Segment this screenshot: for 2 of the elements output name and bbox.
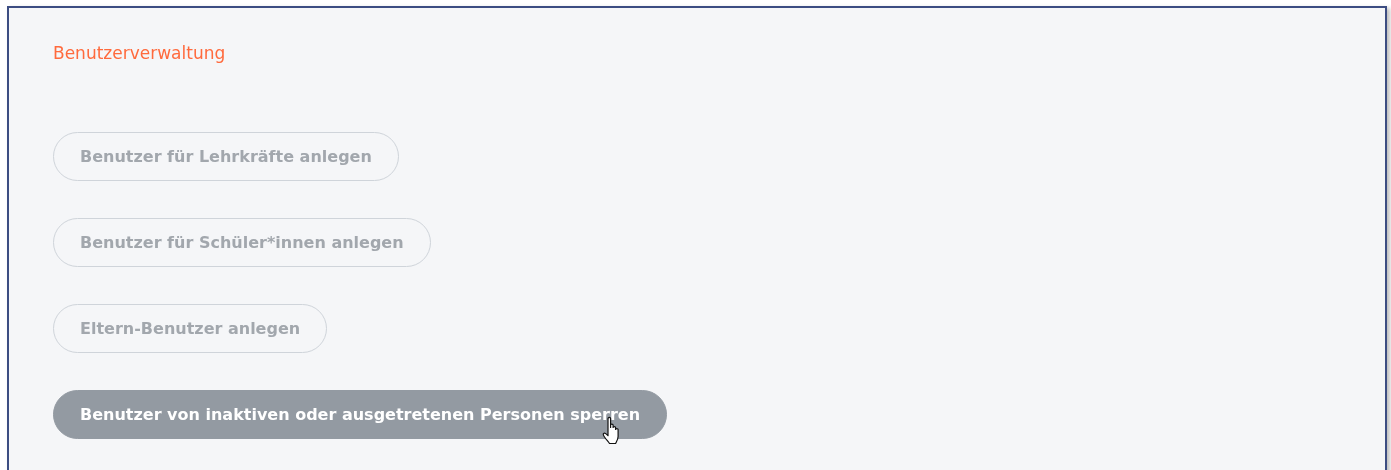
action-button[interactable]: Benutzer von inaktiven oder ausgetretenen Personen sperren: [53, 390, 668, 439]
panel-title: Benutzerverwaltung: [53, 42, 227, 64]
